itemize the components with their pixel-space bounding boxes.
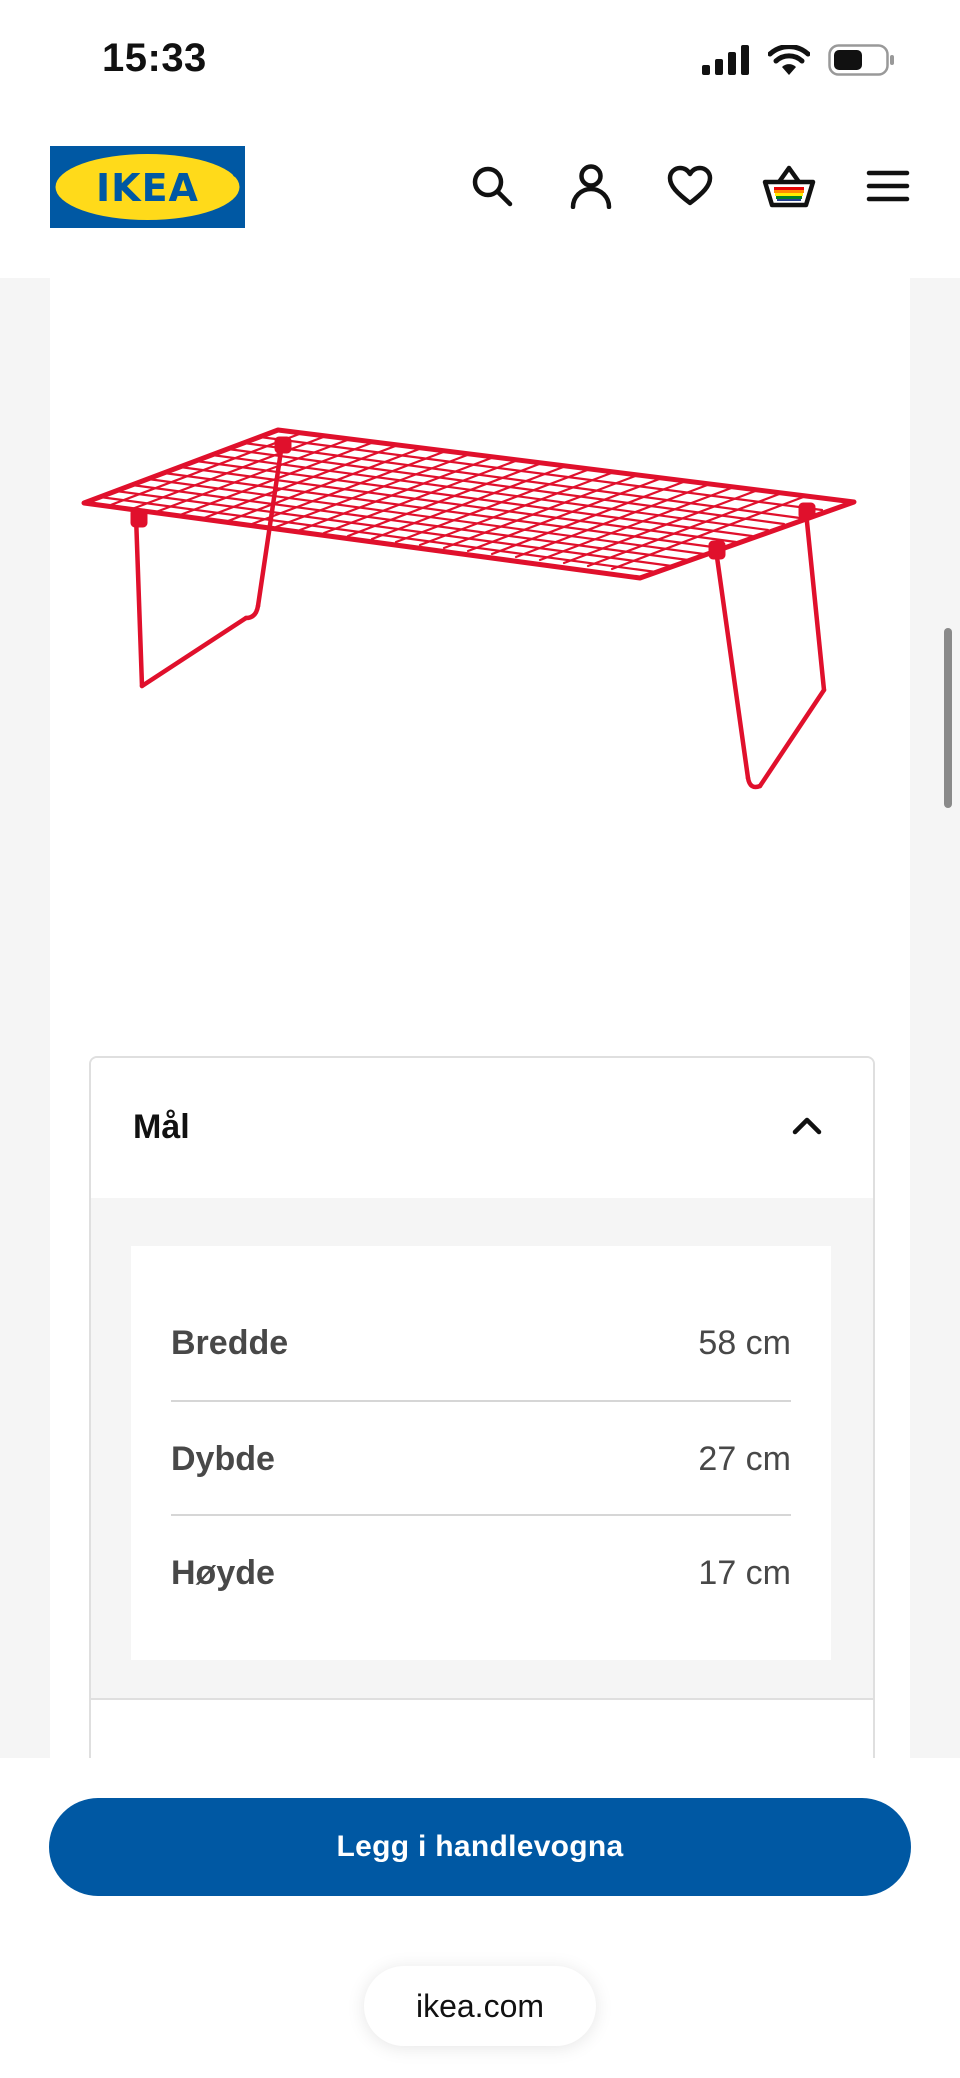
add-to-cart-button[interactable]: Legg i handlevogna <box>49 1798 911 1896</box>
scrollbar[interactable] <box>944 628 952 808</box>
search-button[interactable] <box>464 156 520 216</box>
dimension-label: Bredde <box>171 1323 289 1362</box>
account-icon <box>570 164 612 209</box>
shopping-basket-icon <box>762 165 816 208</box>
heart-icon <box>667 165 713 206</box>
wishlist-button[interactable] <box>662 156 718 216</box>
dimensions-title: Mål <box>133 1108 190 1146</box>
wifi-icon <box>768 45 810 75</box>
dimension-row-width: Bredde 58 cm <box>171 1286 791 1400</box>
battery-icon <box>828 44 894 76</box>
dimension-label: Høyde <box>171 1553 275 1592</box>
dimension-row-height: Høyde 17 cm <box>171 1516 791 1630</box>
menu-button[interactable] <box>860 156 916 216</box>
search-icon <box>472 166 513 207</box>
status-icons <box>702 44 896 76</box>
dimensions-accordion-body: Bredde 58 cm Dybde 27 cm Høyde 17 cm <box>91 1198 873 1698</box>
chevron-up-icon[interactable] <box>791 1114 823 1136</box>
dimension-value: 58 cm <box>698 1323 791 1362</box>
dimension-value: 17 cm <box>698 1553 791 1592</box>
status-bar: 15:33 <box>0 0 960 120</box>
status-time: 15:33 <box>102 36 207 80</box>
bottom-action-bar: Legg i handlevogna ikea.com <box>0 1758 960 2078</box>
dimension-row-depth: Dybde 27 cm <box>171 1402 791 1516</box>
dimension-value: 27 cm <box>698 1439 791 1478</box>
basket-button[interactable] <box>761 156 817 216</box>
header-nav <box>464 156 916 216</box>
dimensions-accordion-header[interactable]: Mål <box>91 1058 873 1198</box>
browser-url-pill[interactable]: ikea.com <box>364 1966 596 2046</box>
accordion-divider <box>91 1698 873 1700</box>
dimension-label: Dybde <box>171 1439 275 1478</box>
product-image[interactable] <box>50 278 910 958</box>
cellular-signal-icon <box>702 45 749 75</box>
menu-icon <box>866 170 910 202</box>
dimensions-accordion: Mål Bredde 58 cm Dybde 27 cm Høyde 17 cm <box>89 1056 875 1780</box>
site-header: IKEA <box>0 120 960 278</box>
logo-text: IKEA <box>96 166 199 210</box>
dimensions-card: Bredde 58 cm Dybde 27 cm Høyde 17 cm <box>131 1246 831 1660</box>
account-button[interactable] <box>563 156 619 216</box>
ikea-logo[interactable]: IKEA <box>50 146 245 228</box>
